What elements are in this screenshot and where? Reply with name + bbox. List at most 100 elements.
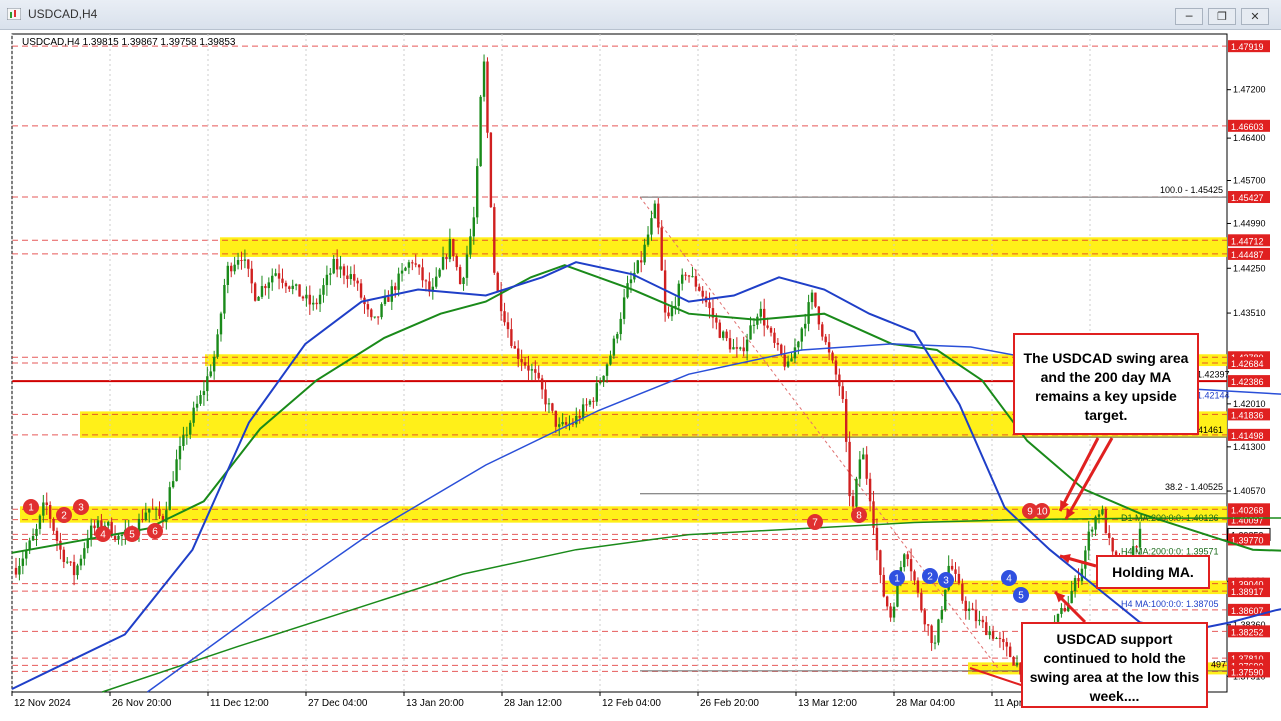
candle-body [790, 358, 793, 362]
price-tag-label: 1.45427 [1231, 193, 1264, 203]
y-tick-label: 1.42010 [1233, 399, 1266, 409]
swing-marker-label: 9 [1027, 507, 1033, 518]
candle-body [1005, 642, 1008, 647]
candle-body [885, 596, 889, 607]
candle-body [236, 260, 240, 265]
candle-body [117, 535, 120, 540]
candle-body [592, 400, 595, 402]
candle-body [786, 361, 790, 367]
candle-body [407, 262, 411, 268]
candle-body [445, 257, 448, 260]
candle-body [271, 275, 274, 283]
candle-body [31, 536, 35, 541]
price-tag-label: 1.41836 [1231, 410, 1264, 420]
candle-body [551, 403, 554, 411]
candle-body [718, 322, 721, 338]
candle-body [981, 619, 985, 623]
candle-body [868, 478, 872, 502]
candle-body [66, 561, 69, 563]
candle-body [253, 283, 257, 301]
candle-body [339, 266, 342, 270]
candle-body [865, 454, 868, 479]
candle-body [250, 268, 253, 284]
candle-body [561, 422, 564, 425]
candle-body [219, 313, 223, 335]
candle-body [653, 203, 657, 219]
candle-body [274, 273, 277, 276]
candle-body [769, 327, 773, 333]
candle-body [356, 280, 359, 284]
candle-body [1108, 533, 1111, 539]
swing-marker-label: 3 [943, 576, 949, 587]
candle-body [1104, 509, 1108, 534]
candle-body [978, 619, 981, 622]
candle-body [967, 608, 971, 611]
candle-body [233, 264, 236, 272]
candle-body [462, 277, 465, 284]
candle-body [961, 583, 964, 601]
y-tick-label: 1.44250 [1233, 263, 1266, 273]
candle-body [595, 383, 598, 402]
candle-body [376, 316, 380, 318]
candle-body [223, 284, 226, 314]
candle-body [564, 422, 568, 425]
candle-body [1012, 656, 1015, 666]
candle-body [226, 265, 230, 285]
candle-body [277, 273, 281, 279]
candle-body [698, 286, 701, 291]
window-titlebar: USDCAD,H4 ─ ❐ ✕ [0, 0, 1281, 30]
candle-body [260, 286, 264, 297]
candle-body [950, 565, 954, 570]
candle-body [83, 548, 86, 559]
candle-body [120, 535, 124, 537]
candle-body [62, 549, 66, 562]
candle-body [346, 275, 349, 280]
annotation-upside-target: The USDCAD swing area and the 200 day MA… [1013, 333, 1199, 435]
candle-body [773, 332, 776, 343]
candle-body [759, 308, 762, 317]
candle-body [612, 338, 616, 356]
x-tick-label: 13 Jan 20:00 [406, 698, 464, 709]
candle-body [670, 307, 674, 317]
candle-body [298, 284, 301, 297]
candle-body [322, 285, 325, 295]
candle-body [537, 372, 540, 379]
close-button[interactable]: ✕ [1241, 8, 1269, 25]
candle-body [417, 264, 421, 268]
candle-body [814, 292, 817, 307]
candle-body [291, 285, 294, 289]
candle-body [944, 589, 947, 611]
candle-body [411, 262, 414, 264]
candle-body [318, 294, 322, 305]
candle-body [35, 528, 38, 537]
minimize-button[interactable]: ─ [1175, 8, 1203, 25]
candle-body [55, 530, 59, 541]
y-tick-label: 1.43510 [1233, 308, 1266, 318]
swing-marker-label: 1 [894, 574, 900, 585]
candle-body [171, 481, 175, 488]
price-tag-label: 1.47919 [1231, 42, 1264, 52]
candle-body [636, 260, 639, 273]
candle-body [715, 317, 718, 323]
candle-body [394, 286, 397, 290]
candle-body [875, 527, 879, 551]
fib-extra-label: 497 [1211, 660, 1226, 670]
candle-body [1073, 577, 1077, 592]
candle-body [294, 284, 298, 286]
y-tick-label: 1.40570 [1233, 486, 1266, 496]
restore-button[interactable]: ❐ [1208, 8, 1236, 25]
price-tag-label: 1.41498 [1231, 431, 1264, 441]
candle-body [602, 375, 605, 382]
candle-body [882, 574, 885, 597]
candle-body [28, 540, 31, 550]
candle-body [547, 403, 551, 405]
candle-body [506, 322, 510, 330]
candle-body [752, 324, 756, 326]
candle-body [438, 269, 441, 277]
candle-body [151, 508, 154, 510]
candle-body [1101, 509, 1104, 515]
candle-body [985, 622, 988, 636]
candle-body [195, 403, 199, 408]
candle-body [1090, 529, 1094, 532]
candle-body [626, 283, 629, 298]
